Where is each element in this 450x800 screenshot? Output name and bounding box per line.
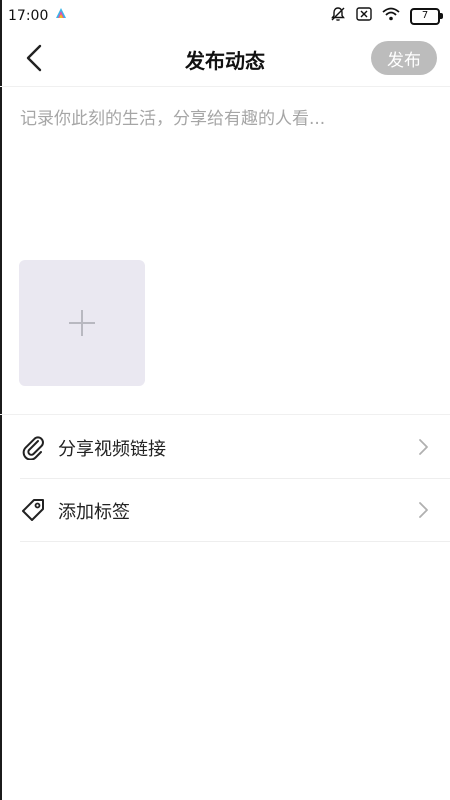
chevron-right-icon [419,502,428,518]
section-divider [0,414,450,415]
top-nav: 发布动态 发布 [0,36,450,82]
row-divider [20,541,450,542]
paperclip-icon [22,436,44,460]
status-time: 17:00 [8,8,49,24]
status-right: 7 [330,6,443,26]
plus-icon [69,310,95,336]
publish-button[interactable]: 发布 [371,41,437,75]
sim-x-icon [356,7,372,25]
mute-bell-icon [330,6,346,26]
battery-level: 7 [421,10,429,21]
share-video-link-row[interactable]: 分享视频链接 [0,416,450,478]
tag-icon [22,499,44,521]
nav-divider [0,86,450,87]
add-image-button[interactable] [19,260,145,386]
status-bar: 17:00 7 [0,0,450,32]
window-edge [0,0,2,800]
wifi-icon [382,7,400,25]
app-logo-icon [56,8,67,24]
add-tag-label: 添加标签 [58,502,130,523]
chevron-right-icon [419,439,428,455]
share-video-link-label: 分享视频链接 [58,439,166,460]
status-left: 17:00 [8,8,67,24]
compose-input[interactable] [18,104,436,248]
battery-icon: 7 [410,7,443,25]
add-tag-row[interactable]: 添加标签 [0,479,450,541]
